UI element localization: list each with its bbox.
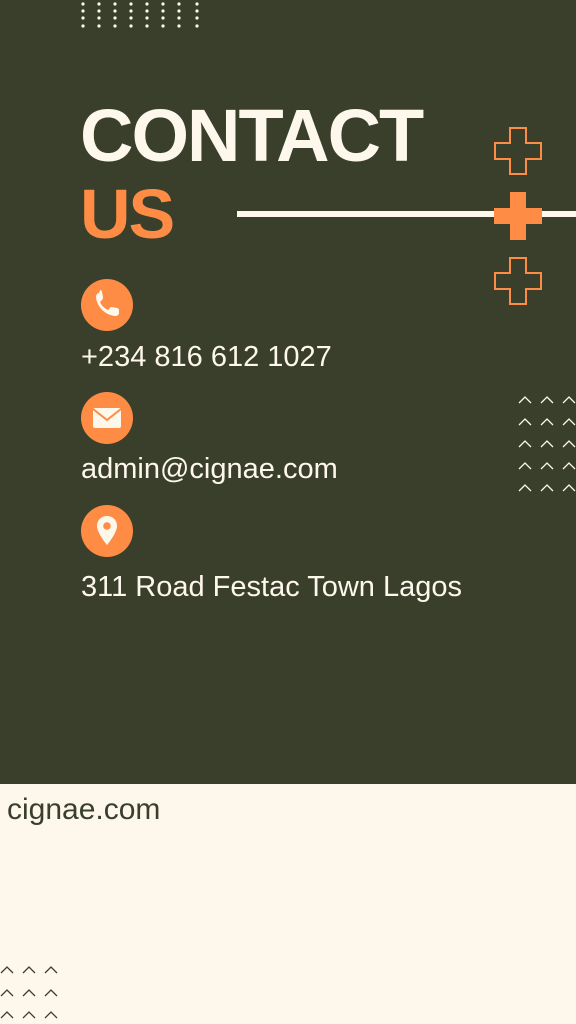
phone-icon-badge bbox=[81, 279, 133, 331]
website-link[interactable]: cignae.com bbox=[7, 792, 160, 828]
email-address[interactable]: admin@cignae.com bbox=[81, 452, 338, 486]
location-pin-icon bbox=[97, 516, 117, 545]
plus-filled-icon bbox=[494, 192, 542, 240]
heading-contact: CONTACT bbox=[80, 94, 424, 177]
phone-number[interactable]: +234 816 612 1027 bbox=[81, 340, 332, 374]
email-icon-badge bbox=[81, 392, 133, 444]
envelope-icon bbox=[92, 408, 122, 428]
dot-grid-decoration bbox=[81, 2, 199, 28]
location-icon-badge bbox=[81, 505, 133, 557]
plus-outline-icon bbox=[494, 127, 542, 175]
chevron-pattern-decoration bbox=[0, 966, 58, 1019]
phone-icon bbox=[96, 290, 119, 316]
street-address: 311 Road Festac Town Lagos bbox=[81, 571, 463, 603]
plus-outline-icon bbox=[494, 257, 542, 305]
heading-us: US bbox=[80, 175, 175, 253]
chevron-pattern-decoration bbox=[518, 396, 576, 492]
